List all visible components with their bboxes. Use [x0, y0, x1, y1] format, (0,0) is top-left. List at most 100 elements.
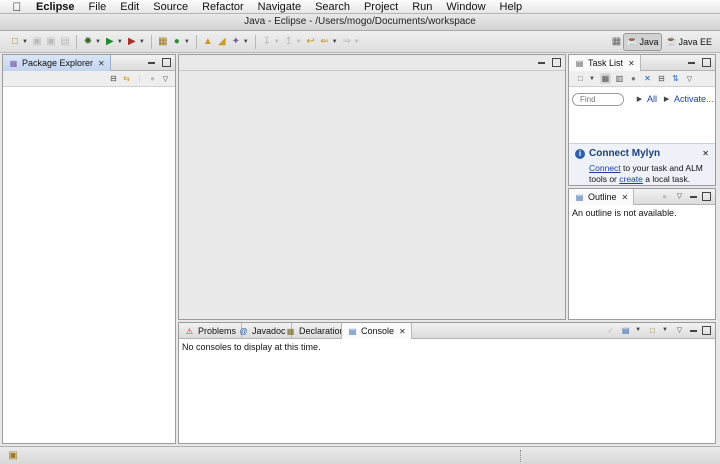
tab-task-list[interactable]: ▤ Task List ✕ [569, 55, 641, 71]
tab-package-explorer[interactable]: ▦ Package Explorer ✕ [3, 55, 111, 71]
new-icon[interactable]: □ [8, 35, 22, 49]
task-filter-all[interactable]: All [647, 94, 657, 104]
menu-navigate[interactable]: Navigate [251, 1, 308, 13]
minimize-icon[interactable] [687, 57, 696, 68]
collapse-all-icon[interactable]: ⊟ [108, 73, 119, 84]
open-type-icon[interactable]: ▲ [201, 35, 215, 49]
tab-console[interactable]: ▤ Console ✕ [341, 323, 412, 339]
close-icon[interactable]: ✕ [702, 149, 709, 158]
debug-icon[interactable]: ✹ [81, 35, 95, 49]
menu-file[interactable]: File [82, 1, 114, 13]
maximize-icon[interactable] [702, 192, 711, 201]
new-java-project-icon[interactable]: ▦ [156, 35, 170, 49]
new-dropdown-icon[interactable]: ▼ [22, 39, 28, 45]
previous-annotation-icon[interactable]: ↥ [282, 35, 296, 49]
back-dropdown-icon[interactable]: ▼ [332, 39, 338, 45]
new-task-icon[interactable]: □ [575, 73, 586, 84]
maximize-icon[interactable] [702, 58, 711, 67]
activate-task-link[interactable]: Activate... [674, 94, 714, 104]
minimize-icon[interactable] [689, 325, 698, 336]
package-explorer-tree[interactable] [3, 88, 175, 443]
display-console-dropdown-icon[interactable]: ▼ [635, 325, 641, 336]
outline-icon: ▤ [575, 192, 584, 202]
close-icon[interactable]: ✕ [399, 327, 406, 336]
minimize-icon[interactable] [689, 191, 698, 202]
task-find-row: Find ▶ All ▶ Activate... [569, 89, 715, 109]
connect-mylyn-line-1: Connect to your task and ALM [589, 163, 709, 174]
create-task-link[interactable]: create [619, 174, 643, 184]
next-annotation-dropdown-icon[interactable]: ▼ [274, 39, 280, 45]
view-menu-icon[interactable]: ▽ [684, 73, 695, 84]
view-menu-icon[interactable]: ▽ [160, 73, 171, 84]
tab-declaration[interactable]: ▦ Declaration [280, 323, 351, 339]
menu-project[interactable]: Project [357, 1, 405, 13]
save-all-icon[interactable]: ▣ [44, 35, 58, 49]
menu-run[interactable]: Run [405, 1, 439, 13]
debug-dropdown-icon[interactable]: ▼ [95, 39, 101, 45]
connect-link[interactable]: Connect [589, 163, 621, 173]
apple-menu-icon[interactable]:  [0, 0, 34, 14]
close-icon[interactable]: ✕ [628, 59, 635, 68]
back-icon[interactable]: ⇐ [318, 35, 332, 49]
editor-area [178, 54, 566, 320]
search-dropdown-icon[interactable]: ▼ [243, 39, 249, 45]
menu-window[interactable]: Window [439, 1, 492, 13]
open-console-dropdown-icon[interactable]: ▼ [662, 325, 668, 336]
save-icon[interactable]: ▣ [30, 35, 44, 49]
close-icon[interactable]: ✕ [622, 193, 629, 202]
fast-view-icon[interactable]: ▣ [6, 449, 20, 463]
tab-outline[interactable]: ▤ Outline ✕ [569, 189, 635, 205]
focus-icon[interactable]: ● [147, 73, 158, 84]
tab-declaration-label: Declaration [299, 326, 345, 336]
perspective-java-ee[interactable]: ☕ Java EE [662, 33, 716, 51]
maximize-icon[interactable] [702, 326, 711, 335]
focus-icon[interactable]: ● [659, 191, 670, 202]
open-console-icon[interactable]: □ [647, 325, 658, 336]
external-tools-dropdown-icon[interactable]: ▼ [139, 39, 145, 45]
menu-search[interactable]: Search [308, 1, 357, 13]
view-menu-icon[interactable]: ▽ [674, 325, 685, 336]
focus-on-workweek-icon[interactable]: ● [628, 73, 639, 84]
new-task-dropdown-icon[interactable]: ▼ [589, 76, 595, 82]
open-perspective-icon[interactable]: ▦ [609, 35, 623, 49]
search-icon[interactable]: ✦ [229, 35, 243, 49]
close-icon[interactable]: ✕ [98, 59, 105, 68]
view-menu-icon[interactable]: ▽ [674, 191, 685, 202]
menu-refactor[interactable]: Refactor [195, 1, 251, 13]
display-console-icon[interactable]: ▤ [620, 325, 631, 336]
main-toolbar: □ ▼ ▣ ▣ ▤ ✹ ▼ ▶ ▼ ▶ ▼ ▦ ● ▼ ▲ ◢ ✦ ▼ ↧ ▼ ↥ ▼ ↩ ⇐ ▼… [0, 31, 720, 53]
menu-help[interactable]: Help [493, 1, 530, 13]
perspective-java[interactable]: ☕ Java [623, 33, 663, 51]
synchronize-icon[interactable]: ⇅ [670, 73, 681, 84]
info-icon: i [575, 148, 585, 159]
categorized-icon[interactable]: ▦ [599, 73, 611, 84]
previous-annotation-dropdown-icon[interactable]: ▼ [296, 39, 302, 45]
forward-dropdown-icon[interactable]: ▼ [354, 39, 360, 45]
forward-icon[interactable]: ⇒ [340, 35, 354, 49]
pin-console-icon[interactable]: ✓ [605, 325, 616, 336]
task-find-input[interactable]: Find [572, 92, 624, 106]
external-tools-icon[interactable]: ▶ [125, 35, 139, 49]
menu-edit[interactable]: Edit [113, 1, 146, 13]
maximize-icon[interactable] [552, 58, 561, 67]
print-icon[interactable]: ▤ [58, 35, 72, 49]
toolbar-separator [254, 35, 256, 49]
task-list-icon: ▤ [575, 58, 584, 68]
hide-completed-icon[interactable]: ✕ [642, 73, 653, 84]
collapse-all-icon[interactable]: ⊟ [656, 73, 667, 84]
last-edit-location-icon[interactable]: ↩ [304, 35, 318, 49]
open-folder-icon[interactable]: ◢ [215, 35, 229, 49]
new-class-icon[interactable]: ● [170, 35, 184, 49]
package-explorer-icon: ▦ [9, 58, 18, 68]
link-with-editor-icon[interactable]: ⇆ [121, 73, 132, 84]
menu-source[interactable]: Source [146, 1, 195, 13]
scheduled-icon[interactable]: ▥ [614, 73, 625, 84]
run-icon[interactable]: ▶ [103, 35, 117, 49]
app-menu[interactable]: Eclipse [34, 1, 82, 13]
next-annotation-icon[interactable]: ↧ [260, 35, 274, 49]
minimize-icon[interactable] [537, 57, 546, 68]
new-class-dropdown-icon[interactable]: ▼ [184, 39, 190, 45]
maximize-icon[interactable] [162, 58, 171, 67]
run-dropdown-icon[interactable]: ▼ [117, 39, 123, 45]
minimize-icon[interactable] [147, 57, 156, 68]
